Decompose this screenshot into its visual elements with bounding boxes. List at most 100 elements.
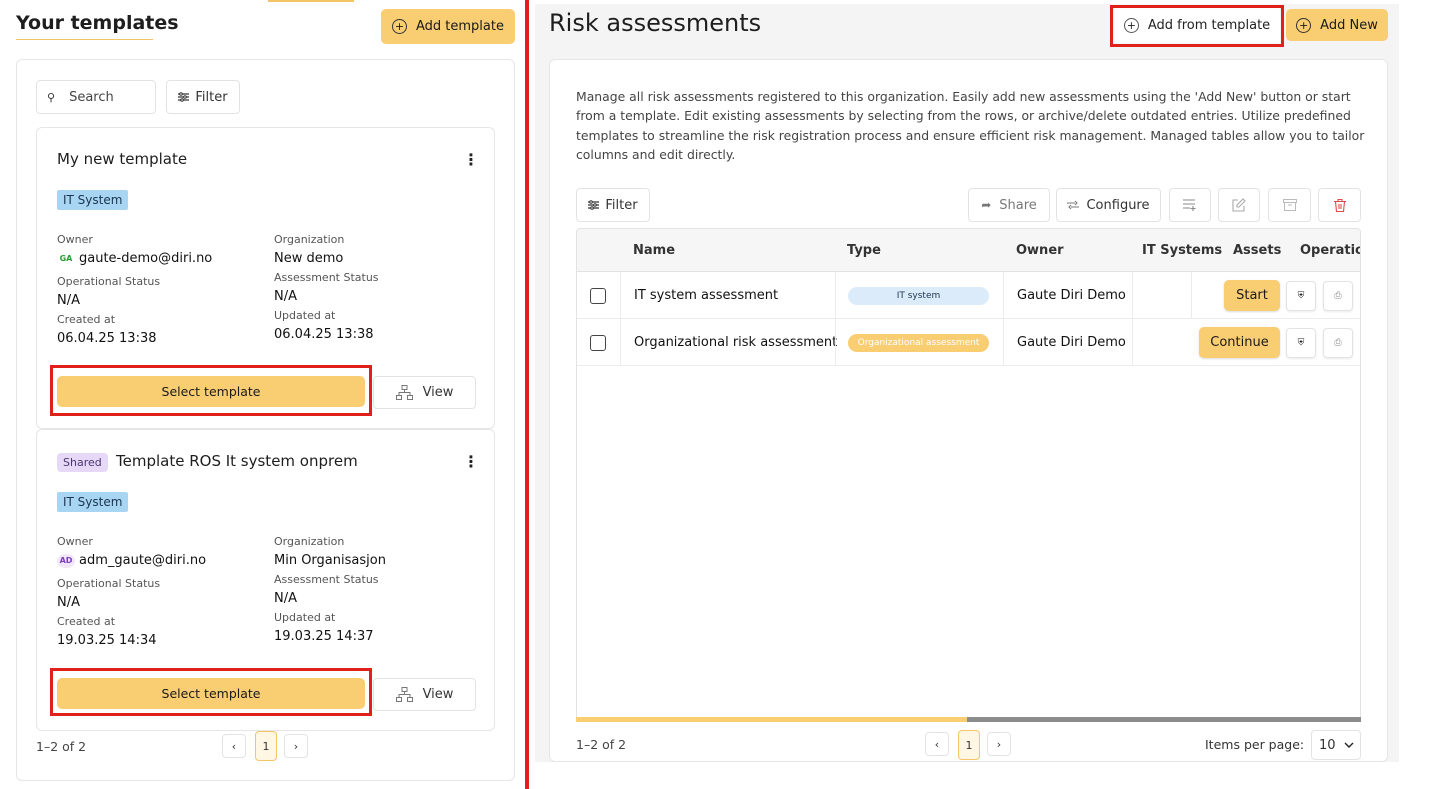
operational-status-value: N/A <box>57 293 80 308</box>
row-operation-cell: ⎙ <box>1323 272 1353 319</box>
filter-label: Filter <box>605 197 638 213</box>
add-template-label: Add template <box>416 19 504 34</box>
avatar: AD <box>57 553 75 568</box>
edit-button[interactable] <box>1218 188 1260 222</box>
table-filter-button[interactable]: Filter <box>576 188 650 222</box>
shield-icon: ⛨ <box>1297 337 1305 348</box>
updated-value: 19.03.25 14:37 <box>274 629 374 644</box>
avatar: GA <box>59 253 73 263</box>
trash-icon <box>1333 198 1346 212</box>
row-checkbox[interactable] <box>590 287 606 304</box>
template-card-title: Template ROS It system onprem <box>116 452 358 470</box>
columns-button[interactable] <box>1169 188 1211 222</box>
print-icon: ⎙ <box>1334 290 1342 301</box>
print-button[interactable]: ⎙ <box>1323 280 1353 311</box>
type-pill: IT system <box>848 286 989 305</box>
owner-email: gaute-demo@diri.no <box>79 251 213 266</box>
columns-icon <box>1183 199 1196 211</box>
page-title: Risk assessments <box>549 9 762 37</box>
select-template-button[interactable]: Select template <box>57 376 365 407</box>
row-owner: Gaute Diri Demo <box>1017 288 1126 303</box>
select-template-button[interactable]: Select template <box>57 678 365 709</box>
organization-label: Organization <box>274 535 345 548</box>
top-accent-line <box>268 0 354 2</box>
template-card[interactable]: My new template ⋮ IT System Owner GA gau… <box>36 127 495 429</box>
plus-circle-icon: + <box>392 19 407 34</box>
view-template-button[interactable]: View <box>373 376 476 409</box>
delete-button[interactable] <box>1318 188 1361 222</box>
prev-page-button[interactable]: ‹ <box>925 732 949 756</box>
configure-label: Configure <box>1086 197 1150 213</box>
templates-title: Your templates <box>16 12 179 34</box>
prev-page-button[interactable]: ‹ <box>222 734 246 758</box>
type-pill: Organizational assessment <box>848 333 989 352</box>
add-new-button[interactable]: + Add New <box>1286 9 1388 41</box>
column-header-owner[interactable]: Owner <box>1016 229 1064 272</box>
assessment-status-value: N/A <box>274 289 297 304</box>
view-label: View <box>422 385 454 400</box>
continue-button[interactable]: Continue <box>1199 327 1280 358</box>
hierarchy-icon <box>395 385 413 400</box>
filter-icon <box>588 200 600 210</box>
row-checkbox[interactable] <box>590 334 606 351</box>
assessment-status-label: Assessment Status <box>274 573 379 586</box>
organization-value: Min Organisasjon <box>274 553 386 568</box>
row-name[interactable]: IT system assessment <box>634 272 778 319</box>
add-from-template-button[interactable]: + Add from template <box>1114 8 1280 43</box>
configure-button[interactable]: Configure <box>1056 188 1161 222</box>
archive-icon <box>1282 199 1297 211</box>
archive-button[interactable] <box>1268 188 1311 222</box>
share-button[interactable]: ➦ Share <box>968 188 1050 222</box>
row-owner: Gaute Diri Demo <box>1017 335 1126 350</box>
table-row[interactable]: Organizational risk assessment Organizat… <box>577 319 1360 366</box>
shield-button[interactable]: ⛨ <box>1286 327 1316 358</box>
row-type-cell: Organizational assessment <box>848 319 989 366</box>
system-type-tag: IT System <box>57 492 129 512</box>
plus-circle-icon: + <box>1123 18 1139 33</box>
template-card[interactable]: Shared Template ROS It system onprem ⋮ I… <box>36 429 495 731</box>
template-search-input[interactable]: ⚲ Search <box>36 80 156 114</box>
add-new-label: Add New <box>1320 17 1378 33</box>
owner-label: Owner <box>57 233 93 246</box>
shield-button[interactable]: ⛨ <box>1286 280 1316 311</box>
column-separator <box>1132 319 1133 366</box>
current-page[interactable]: 1 <box>958 730 980 760</box>
next-page-button[interactable]: › <box>987 732 1011 756</box>
column-header-type[interactable]: Type <box>847 229 881 272</box>
section-divider <box>525 0 529 789</box>
more-options-icon[interactable]: ⋮ <box>463 152 479 168</box>
row-name[interactable]: Organizational risk assessment <box>634 319 837 366</box>
next-page-button[interactable]: › <box>284 734 308 758</box>
column-separator <box>835 319 836 366</box>
assessments-table: Name Type Owner IT Systems Assets Operat… <box>576 228 1361 722</box>
start-button[interactable]: Start <box>1224 280 1280 311</box>
print-button[interactable]: ⎙ <box>1323 327 1353 358</box>
template-filter-button[interactable]: Filter <box>166 80 240 114</box>
filter-label: Filter <box>195 89 228 105</box>
column-header-name[interactable]: Name <box>633 229 675 272</box>
items-per-page-select[interactable]: 10 <box>1311 730 1361 760</box>
created-label: Created at <box>57 313 116 326</box>
add-template-button[interactable]: + Add template <box>381 9 515 44</box>
updated-label: Updated at <box>274 611 336 624</box>
created-value: 19.03.25 14:34 <box>57 633 157 648</box>
share-label: Share <box>999 197 1037 213</box>
column-separator <box>1003 319 1004 366</box>
hierarchy-icon <box>395 687 413 702</box>
view-label: View <box>422 687 454 702</box>
current-page[interactable]: 1 <box>255 731 277 761</box>
column-header-operation[interactable]: Operation <box>1300 229 1360 272</box>
table-row[interactable]: IT system assessment IT system Gaute Dir… <box>577 272 1360 319</box>
more-options-icon[interactable]: ⋮ <box>463 454 479 470</box>
column-header-assets[interactable]: Assets <box>1233 229 1281 272</box>
assessment-status-value: N/A <box>274 591 297 606</box>
view-template-button[interactable]: View <box>373 678 476 711</box>
items-per-page-label: Items per page: <box>1205 737 1305 752</box>
scrollbar-thumb[interactable] <box>576 717 967 722</box>
column-separator <box>1191 272 1192 319</box>
owner-email: adm_gaute@diri.no <box>79 553 207 568</box>
print-icon: ⎙ <box>1334 337 1342 348</box>
add-from-template-label: Add from template <box>1147 18 1271 33</box>
column-header-it-systems[interactable]: IT Systems <box>1142 229 1222 272</box>
system-type-tag: IT System <box>57 190 129 210</box>
